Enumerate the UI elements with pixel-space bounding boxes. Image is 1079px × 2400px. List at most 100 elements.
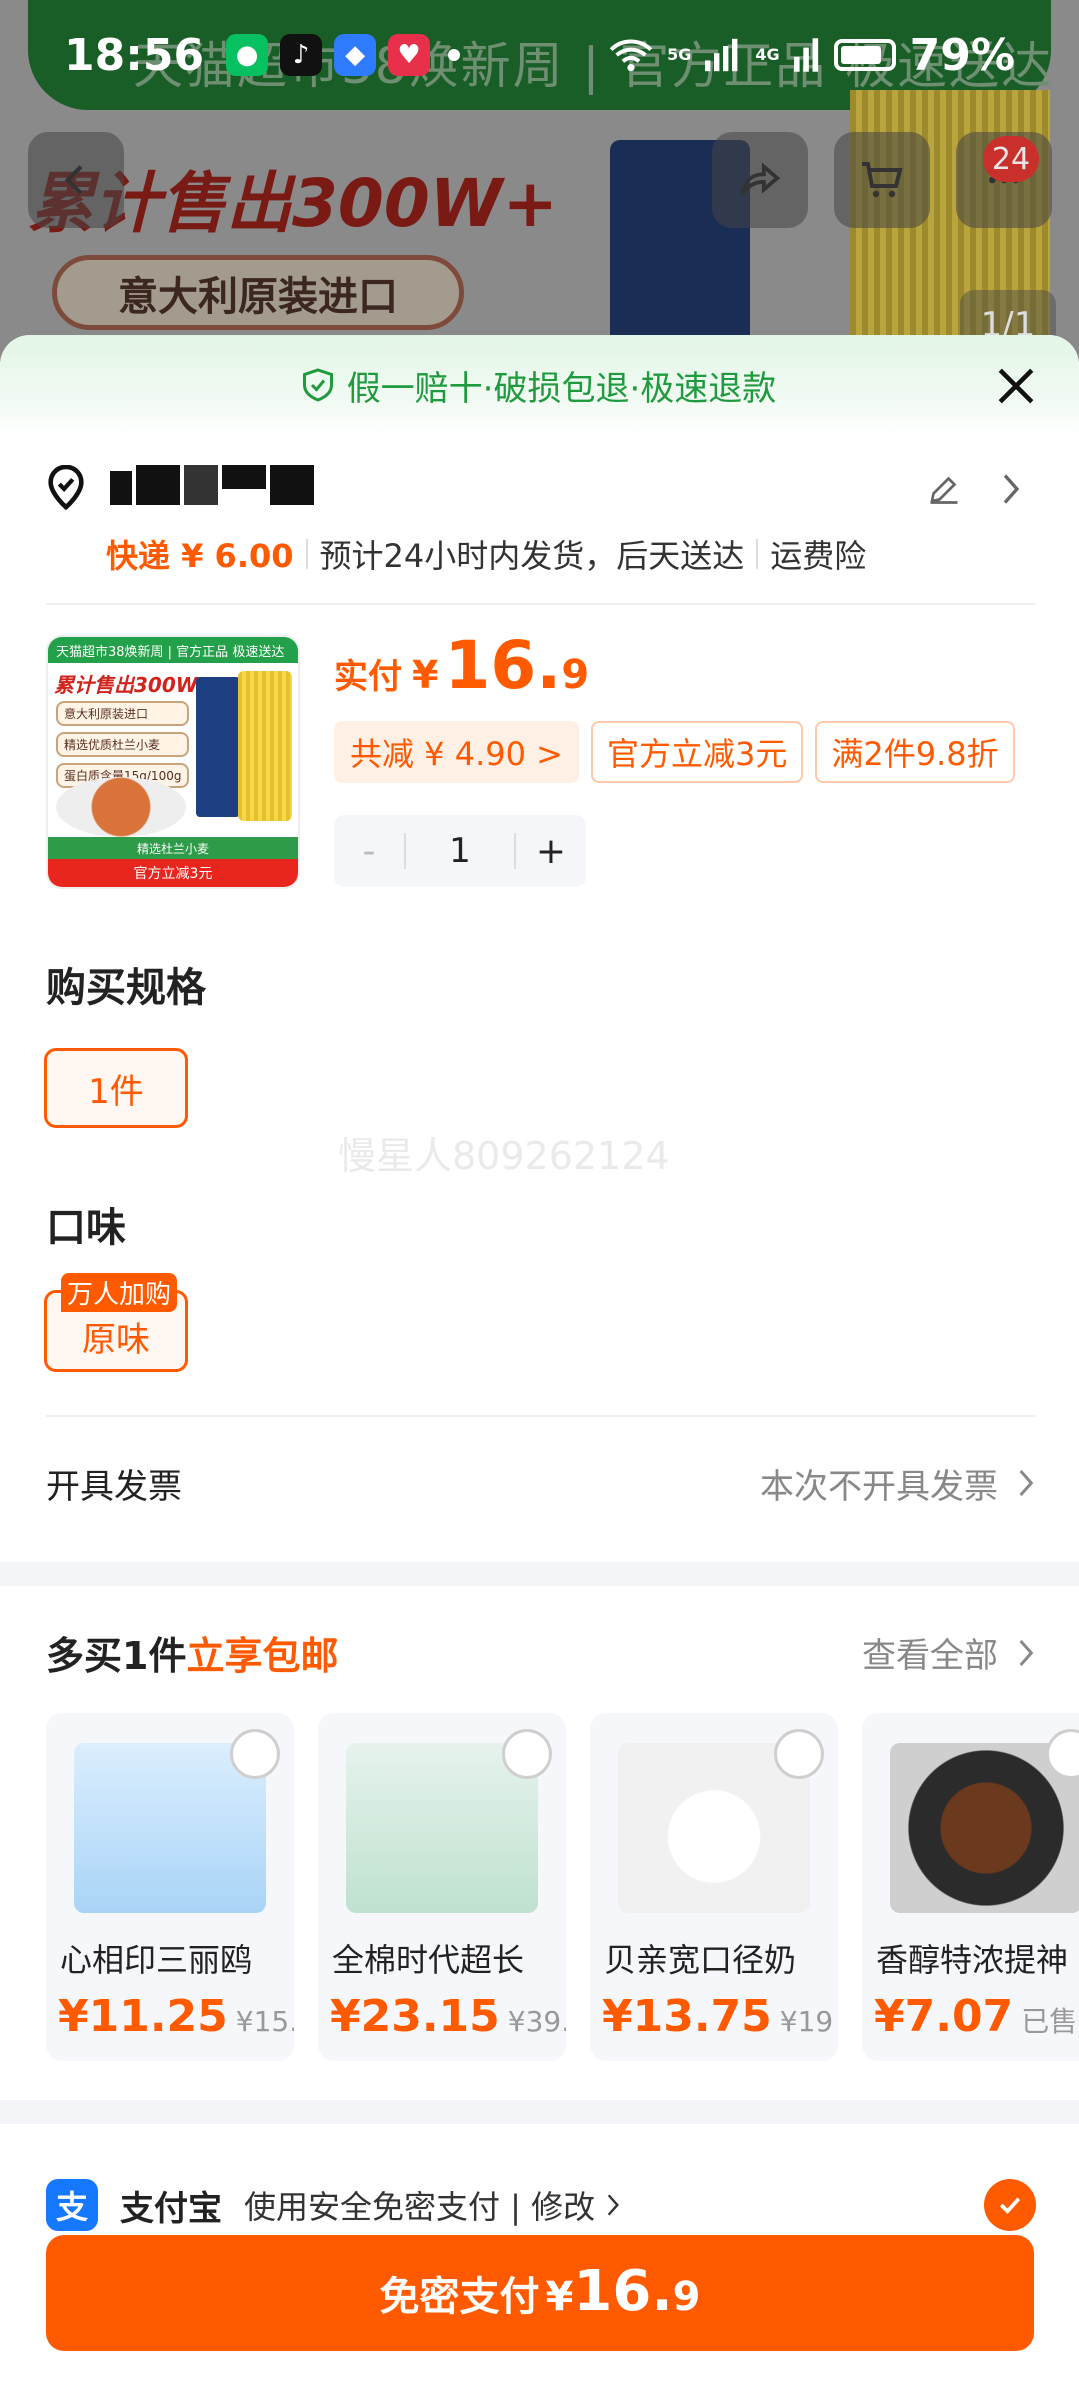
back-button[interactable]: [28, 132, 124, 228]
upsell-price: ¥23.15 ¥39.9: [330, 1991, 566, 2042]
invoice-row[interactable]: 开具发票 本次不开具发票: [46, 1453, 1036, 1513]
price-currency: ¥: [412, 653, 439, 697]
thumbnail-strip: 精选杜兰小麦: [48, 837, 298, 859]
discount-chips: 共减 ¥ 4.90 > 官方立减3元 满2件9.8折: [334, 721, 1015, 783]
status-bar: 18:56 ● ♪ ◆ ♥ 5G 4G 79%: [28, 0, 1051, 110]
edit-icon[interactable]: [926, 471, 962, 507]
pay-button-decimal: 9: [672, 2274, 701, 2320]
payment-desc: 使用安全免密支付 | 修改: [244, 2182, 621, 2228]
paid-label: 实付: [334, 657, 402, 697]
invoice-value-text: 本次不开具发票: [760, 1466, 998, 1507]
pasta-image: [238, 671, 292, 821]
official-discount-chip: 官方立减3元: [590, 721, 804, 783]
popular-tag: 万人加购: [61, 1273, 178, 1312]
separator: [756, 539, 759, 569]
upsell-price-was: ¥19: [779, 2005, 834, 2038]
share-icon: [740, 162, 781, 195]
browser-app-icon: ◆: [334, 34, 377, 76]
upsell-header: 多买1件 立享包邮 查看全部: [46, 1625, 1036, 1680]
shipping-insurance: 运费险: [770, 537, 867, 575]
quantity-value[interactable]: 1: [404, 833, 516, 869]
upsell-price-was: ¥15.9: [235, 2005, 294, 2038]
total-discount-chip[interactable]: 共减 ¥ 4.90 >: [334, 721, 579, 783]
close-icon[interactable]: [995, 365, 1037, 407]
tiktok-icon: ♪: [280, 34, 323, 76]
pay-button[interactable]: 免密支付 ¥ 16. 9: [46, 2235, 1034, 2351]
battery-icon: [833, 39, 896, 71]
price-decimal: 9: [561, 652, 590, 698]
thumbnail-banner: 天猫超市38焕新周 | 官方正品 极速送达: [48, 637, 298, 663]
paid-price: 实付 ¥ 16. 9: [334, 627, 589, 704]
upsell-title: 多买1件: [46, 1634, 187, 1678]
guarantee-bar: 假一赔十·破损包退·极速退款: [0, 335, 1079, 435]
thumbnail-tags: 意大利原装进口 精选优质杜兰小麦 蛋白质含量15g/100g: [56, 701, 190, 788]
upsell-card[interactable]: 心相印三丽鸥 ¥11.25 ¥15.9: [46, 1713, 294, 2061]
shipping-info: 快递 ¥ 6.00 预计24小时内发货，后天送达 运费险: [106, 531, 866, 577]
signal-5g-label: 5G: [667, 45, 692, 64]
flavor-title: 口味: [46, 1205, 126, 1251]
guarantee-text: 假一赔十·破损包退·极速退款: [346, 368, 777, 409]
signal-4g-label: 4G: [755, 45, 780, 64]
upsell-card[interactable]: 全棉时代超长 ¥23.15 ¥39.9: [318, 1713, 566, 2061]
payment-method-row[interactable]: 支 支付宝 使用安全免密支付 | 修改: [46, 2175, 1036, 2235]
thumbnail-tag: 意大利原装进口: [56, 701, 190, 726]
view-all-label: 查看全部: [862, 1636, 998, 1676]
separator: [305, 539, 308, 569]
spec-option-label: 1件: [88, 1071, 144, 1112]
cart-button[interactable]: [834, 132, 930, 228]
signal-icon-2: [793, 38, 818, 72]
section-gap: [0, 1562, 1079, 1586]
back-arrow-icon: [64, 165, 83, 195]
pay-button-label: 免密支付: [379, 2274, 540, 2320]
upsell-price: ¥7.07 已售2万+: [874, 1991, 1079, 2042]
pay-button-integer: 16.: [573, 2259, 673, 2324]
select-radio[interactable]: [230, 1729, 280, 1779]
upsell-name: 香醇特浓提神: [876, 1941, 1069, 1979]
chevron-right-icon: [1019, 1470, 1034, 1496]
section-gap: [0, 2100, 1079, 2124]
divider: [46, 1415, 1036, 1417]
invoice-value: 本次不开具发票: [760, 1459, 1036, 1508]
payment-desc-text: 使用安全免密支付 | 修改: [244, 2188, 596, 2226]
cart-icon: [862, 162, 903, 198]
view-all-link[interactable]: 查看全部: [862, 1628, 1036, 1677]
signal-icon: [705, 38, 738, 72]
battery-percent: 79%: [909, 29, 1015, 81]
heart-app-icon: ♥: [388, 34, 431, 76]
decrease-button[interactable]: -: [334, 831, 404, 872]
shipping-estimate: 预计24小时内发货，后天送达: [319, 537, 745, 575]
shipping-fee: 快递 ¥ 6.00: [106, 537, 294, 575]
upsell-name: 贝亲宽口径奶: [604, 1941, 797, 1979]
upsell-price-now: ¥11.25: [58, 1991, 228, 2042]
upsell-price-now: ¥23.15: [330, 1991, 500, 2042]
checkmark-icon[interactable]: [984, 2179, 1036, 2231]
address-name-redacted: [110, 465, 340, 511]
wechat-icon: ●: [226, 34, 269, 76]
payment-method-name: 支付宝: [120, 2188, 222, 2229]
flavor-option-label: 原味: [82, 1319, 150, 1360]
select-radio[interactable]: [502, 1729, 552, 1779]
upsell-title-highlight: 立享包邮: [186, 1634, 339, 1678]
share-button[interactable]: [712, 132, 808, 228]
invoice-label: 开具发票: [46, 1466, 182, 1507]
status-time: 18:56: [64, 29, 205, 81]
price-integer: 16.: [444, 627, 562, 704]
chevron-right-icon[interactable]: [998, 471, 1024, 507]
watermark: 慢星人809262124: [338, 1134, 670, 1178]
product-thumbnail[interactable]: 天猫超市38焕新周 | 官方正品 极速送达 累计售出300W+ 意大利原装进口 …: [46, 635, 300, 889]
divider: [46, 603, 1036, 605]
pasta-package-image: [196, 677, 240, 817]
upsell-price: ¥13.75 ¥19: [602, 1991, 833, 2042]
chevron-right-icon: [1019, 1639, 1034, 1666]
increase-button[interactable]: +: [516, 831, 586, 872]
thumbnail-headline: 累计售出300W+: [54, 673, 215, 697]
upsell-price-was: ¥39.9: [507, 2005, 566, 2038]
checkout-sheet: 假一赔十·破损包退·极速退款 快递 ¥ 6.00 预计24小时内发货，后天送达 …: [0, 335, 1079, 2400]
upsell-card[interactable]: 贝亲宽口径奶 ¥13.75 ¥19: [590, 1713, 838, 2061]
cart-count-badge: 24: [983, 136, 1039, 182]
spec-option-selected[interactable]: 1件: [44, 1048, 188, 1128]
upsell-name: 心相印三丽鸥: [60, 1941, 253, 1979]
select-radio[interactable]: [774, 1729, 824, 1779]
flavor-option-selected[interactable]: 万人加购 原味: [44, 1273, 188, 1372]
upsell-card[interactable]: 香醇特浓提神 ¥7.07 已售2万+: [862, 1713, 1079, 2061]
